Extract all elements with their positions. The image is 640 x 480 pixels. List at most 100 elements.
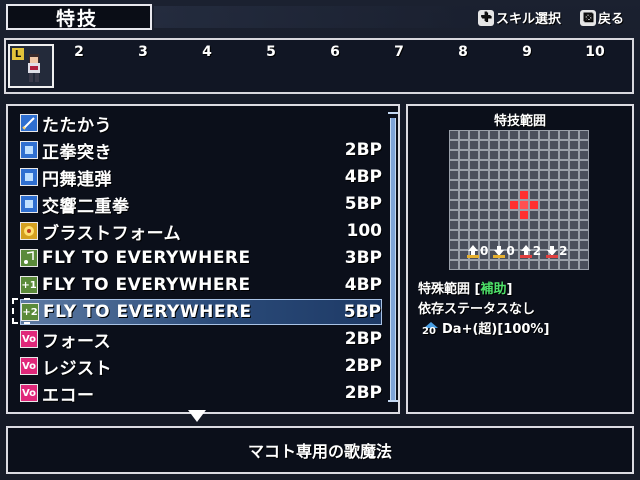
range-cell xyxy=(500,171,508,179)
range-cell xyxy=(460,141,468,149)
range-cell xyxy=(580,171,588,179)
range-cell xyxy=(560,221,568,229)
range-cell xyxy=(580,251,588,259)
range-cell xyxy=(530,191,538,199)
range-cell xyxy=(550,191,558,199)
skill-cost: 2BP xyxy=(344,356,382,376)
party-slot-4[interactable]: 4 xyxy=(192,44,222,60)
special-range-value: 補助 xyxy=(480,282,507,297)
leader-badge: L xyxy=(12,48,24,60)
skill-name: フォース xyxy=(42,331,112,352)
skill-row[interactable]: たたかう xyxy=(20,110,382,136)
range-cell xyxy=(450,231,458,239)
party-slot-1-portrait[interactable]: L xyxy=(8,44,54,88)
party-slot-10[interactable]: 10 xyxy=(580,44,610,60)
range-cell xyxy=(480,211,488,219)
skill-row[interactable]: Vo エコー 2BP xyxy=(20,380,382,406)
range-cell xyxy=(570,191,578,199)
damage-type-icon: 20 xyxy=(422,320,440,337)
range-cell xyxy=(570,131,578,139)
range-cell xyxy=(580,191,588,199)
skill-note-plus-icon: +1 xyxy=(20,276,38,294)
range-cell xyxy=(510,231,518,239)
range-cell xyxy=(470,151,478,159)
range-cell xyxy=(460,201,468,209)
range-cell xyxy=(460,171,468,179)
party-slot-8[interactable]: 8 xyxy=(448,44,478,60)
range-cell-active xyxy=(520,191,528,199)
skill-sword-icon xyxy=(20,114,38,132)
range-cell xyxy=(560,201,568,209)
hint-skill-select[interactable]: ✚ スキル選択 xyxy=(478,8,561,27)
range-cell xyxy=(450,251,458,259)
skill-row[interactable]: 円舞連弾 4BP xyxy=(20,164,382,190)
range-cell xyxy=(450,131,458,139)
range-cell xyxy=(540,151,548,159)
party-slot-2[interactable]: 2 xyxy=(64,44,94,60)
skill-list-scrollbar[interactable] xyxy=(388,112,398,402)
skill-name: レジスト xyxy=(42,358,112,379)
party-slot-6[interactable]: 6 xyxy=(320,44,350,60)
range-cell xyxy=(500,221,508,229)
skill-row[interactable]: 交響二重拳 5BP xyxy=(20,191,382,217)
range-cell xyxy=(580,151,588,159)
range-cell xyxy=(470,131,478,139)
range-cell xyxy=(570,211,578,219)
skill-row[interactable]: FLY TO EVERYWHERE 3BP xyxy=(20,245,382,271)
scroll-down-arrow-icon[interactable] xyxy=(188,410,206,422)
range-title: 特技範囲 xyxy=(493,114,546,129)
skill-description: マコト専用の歌魔法 xyxy=(6,426,634,474)
skill-row[interactable]: Vo フォース 2BP xyxy=(20,326,382,352)
range-cell xyxy=(540,231,548,239)
range-cell xyxy=(520,261,528,269)
range-cell xyxy=(560,191,568,199)
back-button-icon: ⊠ xyxy=(580,9,596,26)
range-cell xyxy=(540,191,548,199)
range-cell xyxy=(530,171,538,179)
damage-line: 20 Da+(超)[100%] xyxy=(422,318,549,337)
range-cell xyxy=(580,131,588,139)
character-sprite-icon xyxy=(28,54,40,82)
range-cell xyxy=(550,201,558,209)
hint-skill-select-label: スキル選択 xyxy=(496,12,562,27)
range-stat: 0 xyxy=(492,244,515,258)
party-slot-3[interactable]: 3 xyxy=(128,44,158,60)
range-cell xyxy=(470,221,478,229)
party-slot-9[interactable]: 9 xyxy=(512,44,542,60)
range-cell xyxy=(570,251,578,259)
range-cell xyxy=(450,171,458,179)
skill-row[interactable]: +2 FLY TO EVERYWHERE 5BP xyxy=(20,299,382,325)
range-cell xyxy=(470,261,478,269)
range-cell xyxy=(510,171,518,179)
skill-cost: 5BP xyxy=(343,302,381,322)
range-cell xyxy=(550,161,558,169)
range-cell xyxy=(490,231,498,239)
range-cell xyxy=(490,171,498,179)
range-cell xyxy=(580,161,588,169)
range-cell xyxy=(570,181,578,189)
skill-row[interactable]: ブラストフォーム 100 xyxy=(20,218,382,244)
range-cell xyxy=(460,221,468,229)
range-cell xyxy=(470,201,478,209)
skill-row[interactable]: +1 FLY TO EVERYWHERE 4BP xyxy=(20,272,382,298)
range-cell xyxy=(560,141,568,149)
range-stat: 2 xyxy=(545,244,567,258)
party-slot-5[interactable]: 5 xyxy=(256,44,286,60)
hint-back[interactable]: ⊠ 戻る xyxy=(580,8,624,27)
special-range-prefix: 特殊範囲 [ xyxy=(418,282,481,297)
skill-row[interactable]: 正拳突き 2BP xyxy=(20,137,382,163)
up-arrow-icon xyxy=(467,245,479,258)
skill-cost: 100 xyxy=(346,221,383,241)
skill-cost: 2BP xyxy=(344,329,382,349)
range-cell xyxy=(560,151,568,159)
range-cell xyxy=(510,181,518,189)
range-cell xyxy=(530,131,538,139)
skill-row[interactable]: Vo レジスト 2BP xyxy=(20,353,382,379)
range-cell xyxy=(460,231,468,239)
party-slot-7[interactable]: 7 xyxy=(384,44,414,60)
range-cell xyxy=(550,221,558,229)
range-cell xyxy=(540,181,548,189)
range-cell xyxy=(500,261,508,269)
range-cell xyxy=(520,171,528,179)
range-cell xyxy=(580,141,588,149)
